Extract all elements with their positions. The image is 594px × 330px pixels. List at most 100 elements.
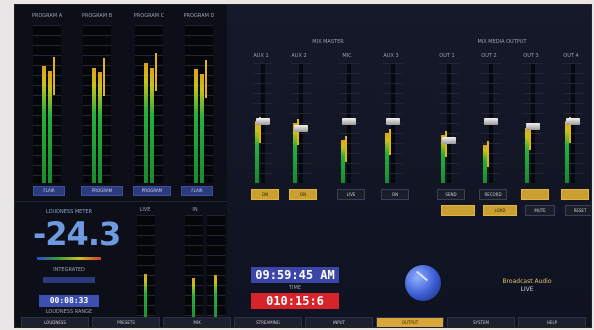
fader-tick: [339, 133, 359, 134]
meter-bar: [92, 67, 96, 183]
tab-help[interactable]: HELP: [518, 317, 586, 327]
fader-tick: [439, 133, 459, 134]
channel-button[interactable]: FLAIR: [181, 186, 213, 196]
channel-button[interactable]: [521, 189, 549, 200]
meter-bar: [98, 72, 102, 183]
meter-tick: [33, 85, 61, 86]
peak-indicator: [103, 58, 105, 97]
meter-tick: [83, 115, 111, 116]
fader-tick: [563, 93, 583, 94]
mixer-button-2[interactable]: LOAD: [483, 205, 517, 216]
fader-tick: [383, 73, 403, 74]
tab-mix[interactable]: MIX: [163, 317, 231, 327]
loudness-time-label: LOUDNESS RANGE: [45, 309, 93, 315]
meter-tick: [185, 145, 213, 146]
fader-tick: [481, 103, 501, 104]
mixer-button-2[interactable]: RESET: [565, 205, 591, 216]
brand-name: Broadcast Audio: [502, 278, 552, 285]
loudness-value: -24.3: [33, 215, 121, 253]
loudness-bar: [43, 277, 95, 283]
peak-indicator: [53, 56, 55, 95]
fader-tick: [523, 113, 543, 114]
countdown-timer: 010:15:6: [251, 293, 339, 309]
fader-tick: [523, 103, 543, 104]
fader-knob[interactable]: [526, 123, 540, 130]
fader-knob[interactable]: [386, 118, 400, 126]
fader-knob[interactable]: [442, 137, 456, 145]
channel-button[interactable]: PROGRAM: [81, 186, 123, 196]
tab-presets[interactable]: PRESETS: [92, 317, 160, 327]
tab-input[interactable]: INPUT: [305, 317, 373, 327]
channel-button[interactable]: SEND: [437, 189, 465, 200]
meter-bar: [144, 62, 148, 183]
tab-output[interactable]: OUTPUT: [376, 317, 444, 327]
meter-tick: [83, 45, 111, 46]
meter-tick: [33, 55, 61, 56]
meter-bar: [200, 73, 204, 183]
meter-tick: [83, 125, 111, 126]
channel-button[interactable]: ON: [289, 189, 317, 200]
meter-tick: [135, 85, 163, 86]
fader-knob[interactable]: [294, 125, 308, 133]
channel-button[interactable]: ON: [251, 189, 279, 200]
fader-tick: [253, 63, 273, 64]
meter-tick: [185, 225, 203, 226]
channel-button[interactable]: PROGRAM: [133, 186, 171, 196]
meter-label: PROGRAM D: [183, 13, 215, 19]
console-screen: PROGRAM A PROGRAM B PROGRAM C PROGRAM D …: [14, 4, 592, 328]
clock-time: 09:59:45 AM: [251, 267, 339, 283]
meter-tick: [33, 175, 61, 176]
channel-button[interactable]: RECORD: [479, 189, 507, 200]
meter-tick: [207, 235, 225, 236]
level-meter: [185, 215, 203, 323]
tab-system[interactable]: SYSTEM: [447, 317, 515, 327]
meter-bar: [48, 70, 52, 183]
meter-tick: [185, 85, 213, 86]
fader-tick: [253, 93, 273, 94]
fader-tick: [253, 103, 273, 104]
meter-tick: [83, 75, 111, 76]
channel-button[interactable]: LIVE: [337, 189, 365, 200]
fader-tick: [439, 103, 459, 104]
mixer-button-2[interactable]: [441, 205, 475, 216]
meter-tick: [185, 35, 213, 36]
meter-tick: [185, 45, 213, 46]
fader-tick: [563, 103, 583, 104]
fader-knob[interactable]: [484, 118, 498, 126]
peak-indicator: [205, 59, 207, 98]
fader-tick: [383, 113, 403, 114]
meter-tick: [137, 245, 155, 246]
meter-tick: [135, 35, 163, 36]
meter-tick: [135, 75, 163, 76]
meter-tick: [185, 215, 203, 216]
meter-tick: [135, 155, 163, 156]
peak-indicator: [487, 140, 489, 167]
peak-indicator: [155, 53, 157, 92]
meter-tick: [33, 35, 61, 36]
meter-tick: [135, 115, 163, 116]
channel-button[interactable]: [561, 189, 589, 200]
meter-tick: [83, 165, 111, 166]
fader-tick: [291, 63, 311, 64]
channel-button[interactable]: ON: [381, 189, 409, 200]
loudness-scale: [37, 257, 101, 260]
mixer-button-2[interactable]: MUTE: [525, 205, 555, 216]
meter-tick: [185, 235, 203, 236]
fader-knob[interactable]: [256, 118, 270, 126]
meter-panel: PROGRAM A PROGRAM B PROGRAM C PROGRAM D …: [15, 5, 227, 327]
peak-indicator: [445, 131, 447, 158]
meter-tick: [185, 105, 213, 106]
fader-knob[interactable]: [342, 118, 356, 126]
fader-knob[interactable]: [566, 118, 580, 126]
fader-tick: [291, 83, 311, 84]
meter-tick: [137, 265, 155, 266]
fader-tick: [439, 93, 459, 94]
channel-button[interactable]: FLAIR: [33, 186, 65, 196]
meter-tick: [33, 105, 61, 106]
meter-tick: [185, 155, 213, 156]
tab-streaming[interactable]: STREAMING: [234, 317, 302, 327]
tab-loudness[interactable]: LOUDNESS: [21, 317, 89, 327]
meter-tick: [185, 55, 213, 56]
fader-tick: [339, 73, 359, 74]
meter-tick: [83, 65, 111, 66]
